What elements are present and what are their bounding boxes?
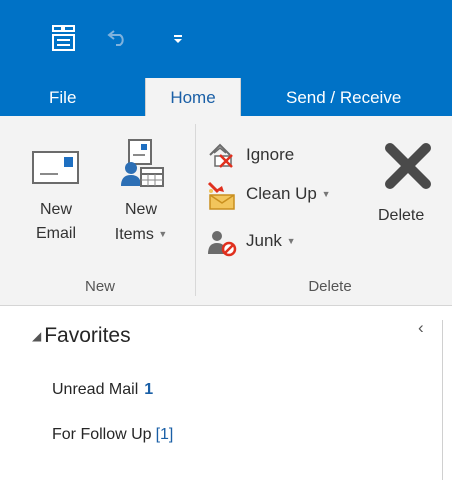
- new-email-icon: [32, 151, 79, 184]
- new-email-label-line1: New: [39, 201, 72, 218]
- unread-count: 1: [144, 381, 154, 398]
- title-bar: [0, 0, 452, 78]
- tab-file[interactable]: File: [49, 78, 76, 116]
- junk-label: Junk ▼: [246, 231, 296, 250]
- folder-unread-mail[interactable]: Unread Mail 1: [52, 381, 153, 399]
- ribbon-tab-row: File Home Send / Receive: [0, 78, 452, 118]
- new-items-button[interactable]: New Items ▼: [106, 132, 176, 247]
- group-separator: [195, 124, 196, 296]
- tab-send-receive[interactable]: Send / Receive: [286, 78, 401, 116]
- folder-for-follow-up[interactable]: For Follow Up [1]: [52, 426, 173, 444]
- new-items-label-line2: Items ▼: [114, 226, 168, 243]
- folder-name: Unread Mail: [52, 381, 139, 398]
- new-email-label-line2: Email: [35, 225, 76, 242]
- ignore-label: Ignore: [246, 145, 295, 164]
- favorites-header[interactable]: ◢ Favorites: [32, 324, 131, 348]
- group-label-new: New: [84, 278, 115, 295]
- ribbon: New Email New Items ▼ New Ignore Clean U…: [0, 116, 452, 306]
- customize-qat-icon[interactable]: [172, 33, 184, 45]
- chevron-down-icon: ▼: [158, 229, 168, 239]
- folder-name: For Follow Up: [52, 426, 152, 443]
- clean-up-icon: [207, 181, 235, 210]
- delete-label: Delete: [378, 207, 425, 224]
- collapse-pane-icon[interactable]: ‹: [418, 318, 424, 338]
- new-items-icon: [121, 139, 164, 187]
- favorites-label: Favorites: [44, 324, 131, 347]
- tab-home[interactable]: Home: [145, 78, 241, 118]
- expand-triangle-icon[interactable]: ◢: [32, 329, 41, 343]
- follow-up-count: [1]: [155, 426, 174, 443]
- delete-button[interactable]: Delete: [378, 132, 452, 228]
- new-items-label-line1: New: [124, 201, 157, 218]
- undo-icon[interactable]: [107, 27, 129, 47]
- new-email-button[interactable]: New Email: [24, 132, 88, 246]
- group-label-delete: Delete: [308, 278, 352, 295]
- junk-icon: [208, 231, 237, 257]
- send-receive-all-folders-icon[interactable]: [51, 24, 77, 52]
- clean-up-label: Clean Up ▼: [246, 184, 331, 203]
- ignore-icon: [209, 143, 233, 168]
- folder-pane-border: [442, 320, 443, 480]
- delete-icon: [385, 143, 431, 189]
- chevron-down-icon: ▼: [286, 236, 296, 246]
- chevron-down-icon: ▼: [321, 189, 331, 199]
